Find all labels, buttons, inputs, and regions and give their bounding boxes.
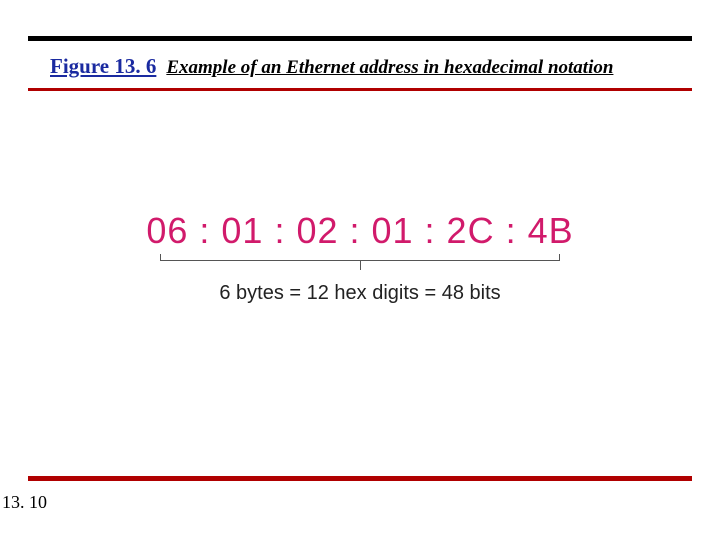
caption-underline-rule bbox=[28, 88, 692, 91]
figure-title: Example of an Ethernet address in hexade… bbox=[166, 57, 613, 79]
mac-address-display: 06 : 01 : 02 : 01 : 2C : 4B bbox=[0, 210, 720, 252]
bottom-rule bbox=[28, 476, 692, 481]
page-number: 13. 10 bbox=[2, 492, 47, 513]
mac-note: 6 bytes = 12 hex digits = 48 bits bbox=[0, 282, 720, 305]
top-rule bbox=[28, 36, 692, 41]
mac-span-bracket bbox=[0, 260, 720, 283]
figure-label: Figure 13. 6 bbox=[50, 54, 156, 79]
mac-address-value: 06 : 01 : 02 : 01 : 2C : 4B bbox=[146, 210, 573, 252]
figure-caption: Figure 13. 6 Example of an Ethernet addr… bbox=[50, 54, 690, 79]
